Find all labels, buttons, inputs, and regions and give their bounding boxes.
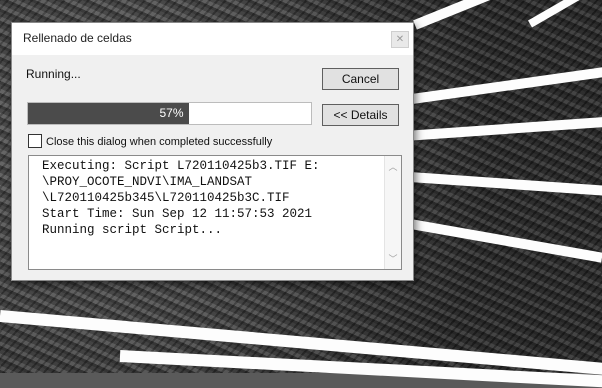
close-icon: ✕: [395, 34, 405, 45]
log-line: Running script Script...: [42, 223, 223, 237]
log-output[interactable]: Executing: Script L720110425b3.TIF E: \P…: [28, 155, 402, 270]
image-stripe: [404, 117, 602, 141]
dialog-title: Rellenado de celdas: [23, 31, 132, 45]
log-scrollbar[interactable]: ︿ ﹀: [384, 156, 401, 269]
close-on-complete-checkbox[interactable]: [28, 134, 42, 148]
chevron-up-icon[interactable]: ︿: [385, 160, 401, 173]
log-line: Executing: Script L720110425b3.TIF E:: [42, 159, 320, 173]
cancel-button[interactable]: Cancel: [322, 68, 399, 90]
progress-bar: 57%: [27, 102, 312, 125]
close-button[interactable]: ✕: [391, 31, 409, 48]
log-text: Executing: Script L720110425b3.TIF E: \P…: [42, 158, 320, 238]
checkbox-label[interactable]: Close this dialog when completed success…: [46, 136, 272, 148]
details-button[interactable]: << Details: [322, 104, 399, 126]
log-line: Start Time: Sun Sep 12 11:57:53 2021: [42, 207, 313, 221]
close-on-complete-option: Close this dialog when completed success…: [28, 134, 272, 148]
progress-dialog: Rellenado de celdas ✕ Running... Cancel …: [11, 22, 414, 281]
log-line: \PROY_OCOTE_NDVI\IMA_LANDSAT: [42, 175, 253, 189]
chevron-down-icon[interactable]: ﹀: [385, 252, 401, 265]
progress-percent-label: 57%: [159, 106, 184, 120]
log-line: \L720110425b345\L720110425b3C.TIF: [42, 191, 290, 205]
title-bar: Rellenado de celdas ✕: [12, 23, 413, 55]
image-stripe: [404, 67, 602, 105]
status-text: Running...: [26, 67, 81, 81]
image-stripe: [528, 0, 602, 28]
image-stripe: [409, 172, 602, 196]
image-stripe: [404, 218, 602, 263]
